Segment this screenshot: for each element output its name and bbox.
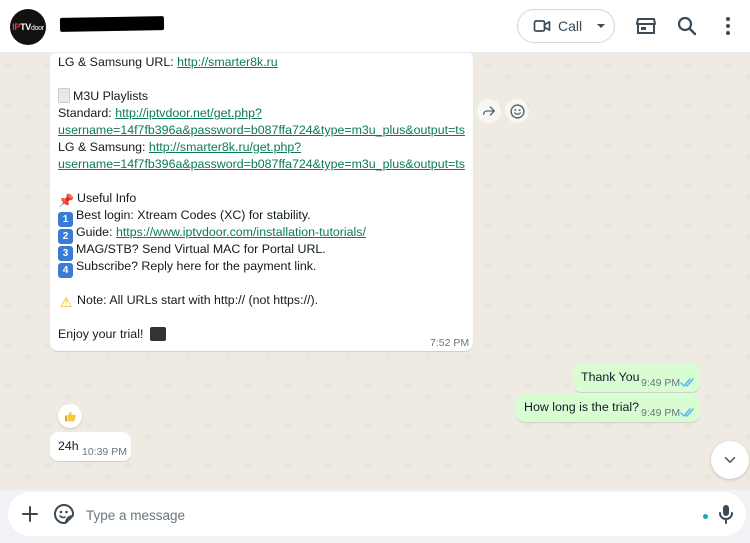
- link-smarter8k[interactable]: http://smarter8k.ru: [177, 55, 278, 69]
- search-icon[interactable]: [675, 14, 699, 38]
- message-line: 4 Subscribe? Reply here for the payment l…: [58, 258, 316, 278]
- sticker-emoji-icon[interactable]: [52, 502, 76, 526]
- outgoing-message[interactable]: How long is the trial? 9:49 PM: [516, 393, 700, 422]
- video-camera-icon: [533, 20, 551, 32]
- message-line: LG & Samsung: http://smarter8k.ru/get.ph…: [58, 140, 302, 154]
- incoming-message[interactable]: 24h 10:39 PM: [50, 432, 131, 461]
- scroll-to-bottom-button[interactable]: [711, 441, 749, 479]
- message-line: Standard: http://iptvdoor.net/get.php?: [58, 106, 262, 120]
- message-line: 📌 Useful Info: [58, 191, 137, 208]
- link-standard-m3u[interactable]: http://iptvdoor.net/get.php?: [115, 106, 262, 120]
- composer-box: [8, 492, 746, 536]
- outgoing-message[interactable]: Thank You 9:49 PM: [573, 363, 700, 392]
- thumbs-up-icon: [64, 411, 76, 421]
- message-input[interactable]: [86, 504, 686, 526]
- chat-area[interactable]: LG & Samsung URL: http://smarter8k.ru M3…: [0, 53, 750, 490]
- message-line: username=14f7fb396a&password=b087ffa724&…: [58, 156, 465, 173]
- link-standard-m3u-params[interactable]: username=14f7fb396a&password=b087ffa724&…: [58, 123, 465, 137]
- message-composer: [0, 490, 750, 543]
- message-line: LG & Samsung URL: http://smarter8k.ru: [58, 55, 278, 69]
- microphone-icon[interactable]: [714, 502, 738, 526]
- avatar-logo: IPTVdoor: [12, 22, 44, 32]
- document-emoji-icon: [58, 88, 70, 103]
- link-lg-samsung-m3u-params[interactable]: username=14f7fb396a&password=b087ffa724&…: [58, 157, 465, 171]
- call-label: Call: [558, 18, 583, 34]
- chevron-down-icon: [597, 24, 606, 28]
- thumbs-up-reaction[interactable]: [58, 404, 82, 428]
- message-text: 24h: [58, 439, 79, 453]
- contact-avatar[interactable]: IPTVdoor: [10, 9, 46, 45]
- message-timestamp: 9:49 PM: [641, 377, 681, 389]
- call-button[interactable]: Call: [517, 9, 615, 43]
- message-text: Thank You: [581, 370, 640, 384]
- message-line: M3U Playlists: [58, 88, 148, 105]
- chevron-down-icon: [724, 456, 736, 464]
- incoming-message-instructions[interactable]: LG & Samsung URL: http://smarter8k.ru M3…: [50, 53, 473, 351]
- emoji-reaction-icon[interactable]: [505, 99, 529, 123]
- message-timestamp: 7:52 PM: [430, 337, 470, 349]
- message-line: ⚠ Note: All URLs start with http:// (not …: [59, 293, 319, 310]
- message-text: How long is the trial?: [524, 400, 640, 414]
- message-line: Enjoy your trial!: [58, 326, 169, 343]
- message-line: username=14f7fb396a&password=b087ffa724&…: [58, 122, 465, 139]
- pushpin-emoji-icon: 📌: [58, 193, 75, 208]
- keycap-4-emoji-icon: 4: [58, 263, 73, 278]
- message-timestamp: 9:49 PM: [641, 407, 681, 419]
- message-timestamp: 10:39 PM: [82, 446, 127, 458]
- clapper-board-emoji-icon: [149, 327, 166, 341]
- status-dot: [703, 514, 708, 519]
- warning-emoji-icon: ⚠: [59, 294, 73, 310]
- attach-plus-icon[interactable]: [18, 502, 42, 526]
- read-receipt-icon: [680, 408, 694, 417]
- read-receipt-icon: [680, 378, 694, 387]
- link-lg-samsung-m3u[interactable]: http://smarter8k.ru/get.php?: [149, 140, 301, 154]
- forward-icon[interactable]: [477, 99, 501, 123]
- kebab-menu-icon[interactable]: [716, 14, 740, 38]
- redacted-contact-name[interactable]: [59, 16, 165, 32]
- chat-header: IPTVdoor Call: [0, 0, 750, 53]
- link-installation-tutorials[interactable]: https://www.iptvdoor.com/installation-tu…: [116, 225, 366, 239]
- storefront-icon[interactable]: [634, 14, 658, 38]
